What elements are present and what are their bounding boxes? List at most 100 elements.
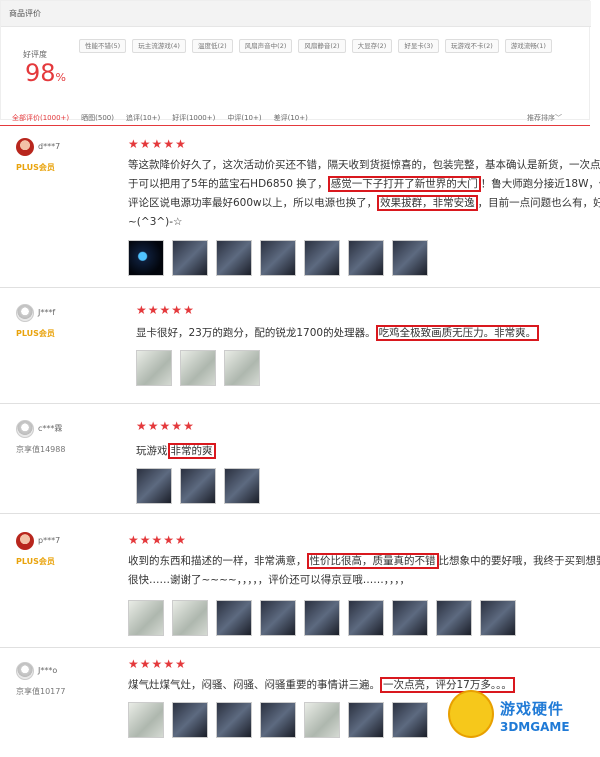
user-name: c***霖: [38, 424, 63, 433]
review-photo[interactable]: [180, 350, 216, 386]
review-photo[interactable]: [128, 600, 164, 636]
avatar[interactable]: [16, 531, 34, 550]
review-photo[interactable]: [392, 240, 428, 276]
review-photo[interactable]: [260, 600, 296, 636]
review-photo[interactable]: [224, 350, 260, 386]
filter-tabs: 全部评价(1000+) 晒图(500) 追评(10+) 好评(1000+) 中评…: [0, 110, 590, 126]
text-line: 等这款降价好久了，这次活动价买还不错，隔天收到货挺惊喜的，包装完整，基本确认是新…: [128, 159, 600, 171]
review-photo[interactable]: [304, 600, 340, 636]
tag[interactable]: 风扇静音(2): [298, 39, 346, 53]
review-photo[interactable]: [172, 240, 208, 276]
tag[interactable]: 大显存(2): [351, 39, 393, 53]
tag[interactable]: 风扇声音中(2): [238, 39, 293, 53]
review-text: 显卡很好，23万的跑分，配的锐龙1700的处理器。 吃鸡全极致画质无压力。非常爽。: [136, 324, 596, 343]
star-icon: ★: [183, 419, 194, 433]
tag[interactable]: 温度低(2): [191, 39, 233, 53]
rating-panel: 商品评价 好评度 98% 性能不错(5) 玩主流游戏(4) 温度低(2) 风扇声…: [0, 0, 591, 120]
review-photo[interactable]: [128, 702, 164, 738]
filter-tab-positive[interactable]: 好评(1000+): [172, 113, 215, 123]
review-photo[interactable]: [136, 468, 172, 504]
text-segment: 比想象中的要好哦，我终于买到想要: [438, 555, 600, 567]
user-level: PLUS会员: [16, 328, 55, 338]
duck-mascot-icon: [448, 690, 494, 738]
star-icon: ★: [175, 657, 186, 671]
text-line: 于可以把用了5年的蓝宝石HD6850 换了， 感觉一下子打开了新世界的大门 ！鲁大师…: [128, 175, 600, 194]
review-photo[interactable]: [216, 240, 252, 276]
star-icon: ★: [139, 657, 151, 671]
star-icon: ★: [163, 657, 175, 671]
star-icon: ★: [175, 137, 186, 151]
panel-title: 商品评价: [1, 1, 591, 27]
filter-tab-neutral[interactable]: 中评(10+): [227, 113, 261, 123]
star-icon: ★: [139, 533, 151, 547]
review-photo[interactable]: [348, 600, 384, 636]
watermark-logo: 游戏硬件 3DMGAME: [448, 690, 600, 750]
review-photo[interactable]: [216, 600, 252, 636]
review-photo[interactable]: [260, 240, 296, 276]
star-icon: ★: [147, 303, 159, 317]
star-icon: ★: [183, 303, 194, 317]
review-photo[interactable]: [136, 350, 172, 386]
review-photo[interactable]: [216, 702, 252, 738]
star-icon: ★: [128, 137, 139, 151]
tag[interactable]: 玩主流游戏(4): [132, 39, 186, 53]
text-line: 评论区说电源功率最好600w以上，所以电源也换了， 效果拔群，非常安逸 ，目前一点问…: [128, 194, 600, 213]
star-icon: ★: [151, 657, 163, 671]
review-photo[interactable]: [224, 468, 260, 504]
star-rating: ★ ★ ★ ★ ★: [128, 138, 186, 150]
text-segment: 于可以把用了5年的蓝宝石HD6850 换了，: [128, 178, 328, 190]
sort-dropdown[interactable]: 推荐排序﹀: [527, 113, 562, 123]
star-icon: ★: [151, 137, 163, 151]
avatar[interactable]: [16, 303, 34, 322]
review-photo[interactable]: [480, 600, 516, 636]
avatar[interactable]: [16, 419, 34, 438]
text-segment: 显卡很好，23万的跑分，配的锐龙1700的处理器。: [136, 327, 376, 339]
highlight-box: 吃鸡全极致画质无压力。非常爽。: [375, 325, 540, 341]
filter-tab-all[interactable]: 全部评价(1000+): [12, 113, 69, 123]
photo-list: [128, 600, 516, 636]
tag[interactable]: 好显卡(3): [398, 39, 440, 53]
review-text: 收到的东西和描述的一样，非常满意， 性价比很高，质量真的不错 比想象中的要好哦，我终…: [128, 552, 600, 590]
review-photo[interactable]: [392, 702, 428, 738]
tag[interactable]: 性能不错(5): [79, 39, 127, 53]
photo-list: [136, 350, 260, 386]
star-icon: ★: [159, 419, 171, 433]
user-name: d***7: [38, 142, 61, 151]
filter-tab-followup[interactable]: 追评(10+): [126, 113, 160, 123]
review-photo[interactable]: [172, 702, 208, 738]
filter-tab-negative[interactable]: 差评(10+): [274, 113, 308, 123]
text-segment: 收到的东西和描述的一样，非常满意，: [128, 555, 307, 567]
review-photo[interactable]: [436, 600, 472, 636]
review-photo[interactable]: [172, 600, 208, 636]
avatar[interactable]: [16, 661, 34, 680]
star-icon: ★: [128, 533, 139, 547]
review-user: J***o 京享值10177: [16, 660, 65, 697]
highlight-box: 非常的爽: [167, 443, 216, 459]
star-icon: ★: [163, 137, 175, 151]
text-segment: 煤气灶煤气灶，闷骚、闷骚、闷骚重要的事情讲三遍。: [128, 679, 380, 691]
review-photo[interactable]: [304, 702, 340, 738]
tag[interactable]: 玩游戏不卡(2): [445, 39, 499, 53]
text-line: 很快……谢谢了~~~~，，，，，评价还可以得京豆哦……，，，，: [128, 574, 410, 586]
star-icon: ★: [136, 419, 147, 433]
avatar[interactable]: [16, 137, 34, 156]
review-photo[interactable]: [304, 240, 340, 276]
highlight-box: 效果拔群，非常安逸: [377, 195, 478, 211]
review-photo[interactable]: [180, 468, 216, 504]
tag[interactable]: 游戏流畅(1): [504, 39, 552, 53]
review-user: p***7 PLUS会员: [16, 530, 60, 567]
text-line: 收到的东西和描述的一样，非常满意， 性价比很高，质量真的不错 比想象中的要好哦，我终…: [128, 552, 600, 571]
text-line: ~(^3^)-☆: [128, 216, 183, 228]
user-name: J***f: [38, 308, 56, 317]
review-photo[interactable]: [260, 702, 296, 738]
star-icon: ★: [128, 657, 139, 671]
review-photo[interactable]: [348, 240, 384, 276]
filter-tab-images[interactable]: 晒图(500): [81, 113, 114, 123]
review-photo[interactable]: [392, 600, 428, 636]
user-level: PLUS会员: [16, 162, 55, 172]
user-name: p***7: [38, 536, 61, 545]
review-photo[interactable]: [348, 702, 384, 738]
user-name: J***o: [38, 666, 58, 675]
watermark-brand: 3DMGAME: [500, 720, 570, 734]
review-photo[interactable]: [128, 240, 164, 276]
